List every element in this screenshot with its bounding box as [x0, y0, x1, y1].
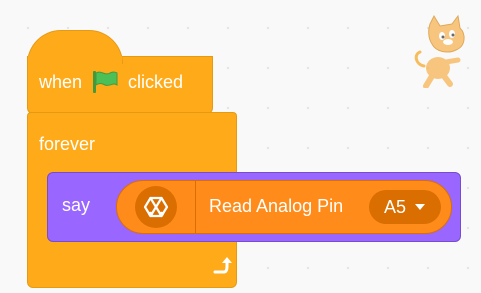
- scratch-cat-sprite[interactable]: [412, 14, 474, 88]
- when-label: when: [39, 71, 83, 92]
- say-block[interactable]: say Read Analog Pin A5: [47, 172, 461, 242]
- forever-label: forever: [39, 134, 96, 154]
- loop-arrow-icon: [213, 257, 232, 274]
- green-flag-icon: [93, 71, 118, 93]
- when-flag-clicked-block[interactable]: when clicked: [27, 30, 213, 114]
- pin-dropdown[interactable]: A5: [369, 190, 441, 224]
- hat-block-label: when clicked: [39, 70, 183, 94]
- read-analog-pin-label: Read Analog Pin: [209, 196, 344, 216]
- say-label: say: [62, 195, 91, 215]
- pin-dropdown-value: A5: [383, 196, 407, 217]
- forever-block-bottom: [27, 240, 237, 288]
- extension-icon-container: [117, 181, 195, 233]
- hexagon-extension-icon: [135, 186, 177, 228]
- read-analog-pin-reporter[interactable]: Read Analog Pin A5: [116, 180, 452, 234]
- code-workspace[interactable]: when clicked forever say Read Analog Pin…: [0, 0, 481, 293]
- chevron-down-icon: [415, 204, 426, 210]
- clicked-label: clicked: [128, 71, 184, 92]
